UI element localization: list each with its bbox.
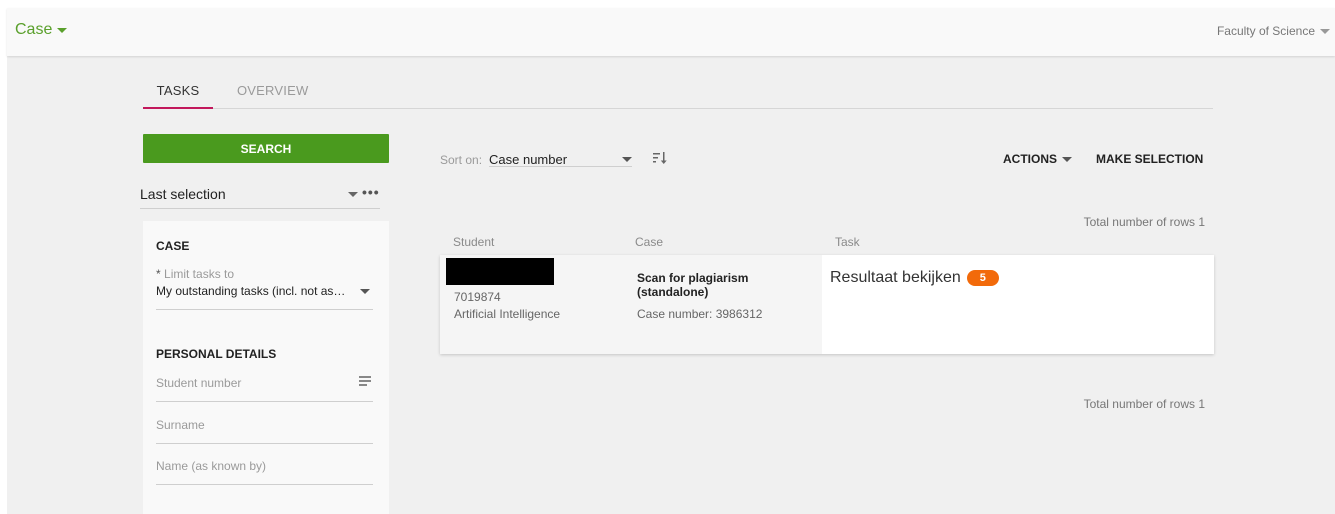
app-title-label: Case (15, 21, 53, 38)
column-header-case: Case (635, 235, 664, 249)
column-header-student: Student (453, 235, 495, 249)
actions-label: ACTIONS (1003, 152, 1057, 166)
task-label: Resultaat bekijken (830, 269, 961, 286)
faculty-label: Faculty of Science (1216, 24, 1315, 38)
caret-down-icon (1320, 28, 1330, 34)
case-section-title: CASE (156, 239, 190, 253)
task-name[interactable]: Resultaat bekijken 5 (830, 269, 999, 287)
sort-direction-icon[interactable] (652, 150, 668, 166)
caret-down-icon (622, 157, 632, 162)
task-cell[interactable]: Resultaat bekijken 5 (822, 255, 1214, 354)
name-known-by-field[interactable] (156, 459, 373, 485)
student-programme: Artificial Intelligence (454, 307, 561, 321)
required-mark: * (156, 267, 161, 281)
limit-tasks-select[interactable]: My outstanding tasks (incl. not assigned… (156, 284, 373, 310)
search-button[interactable]: SEARCH (143, 134, 389, 163)
surname-input[interactable] (156, 418, 346, 432)
caret-down-icon (360, 289, 370, 294)
tab-tasks[interactable]: TASKS (143, 83, 213, 109)
total-rows-bottom: Total number of rows 1 (1083, 397, 1205, 411)
caret-down-icon (57, 27, 68, 33)
redacted-student-name (446, 258, 554, 285)
top-bar: Case Faculty of Science (7, 8, 1335, 56)
student-number-input[interactable] (156, 376, 346, 390)
name-known-by-input[interactable] (156, 459, 346, 473)
more-options-icon[interactable]: ••• (362, 184, 380, 200)
limit-tasks-label: * Limit tasks to (156, 267, 234, 281)
caret-down-icon (348, 192, 358, 197)
app-frame: Case Faculty of Science TASKS OVERVIEW S… (7, 8, 1335, 514)
faculty-selector[interactable]: Faculty of Science (1217, 24, 1330, 38)
caret-down-icon (1062, 156, 1072, 162)
student-number: 7019874 (454, 290, 501, 304)
make-selection-button[interactable]: MAKE SELECTION (1096, 152, 1203, 166)
filter-panel: CASE * Limit tasks to My outstanding tas… (143, 221, 389, 514)
surname-field[interactable] (156, 418, 373, 444)
task-count-badge: 5 (966, 270, 999, 286)
student-number-field[interactable] (156, 376, 373, 402)
case-title: Scan for plagiarism (standalone) (637, 271, 749, 299)
actions-menu[interactable]: ACTIONS (1003, 152, 1072, 166)
total-rows-top: Total number of rows 1 (1083, 215, 1205, 229)
list-icon[interactable] (359, 376, 371, 388)
tab-overview[interactable]: OVERVIEW (237, 83, 308, 109)
tabs-bar: TASKS OVERVIEW (143, 81, 1213, 109)
saved-selection-value: Last selection (140, 186, 226, 202)
sort-dropdown[interactable]: Case number (489, 145, 632, 167)
case-number: Case number: 3986312 (637, 307, 763, 321)
limit-tasks-label-text: Limit tasks to (164, 267, 235, 281)
sort-label: Sort on: (440, 153, 483, 167)
personal-details-title: PERSONAL DETAILS (156, 347, 277, 361)
table-row[interactable]: 7019874 Artificial Intelligence Scan for… (440, 255, 1214, 354)
column-header-task: Task (835, 235, 860, 249)
app-title-menu[interactable]: Case (15, 21, 68, 39)
sort-value: Case number (489, 152, 568, 167)
limit-tasks-value: My outstanding tasks (incl. not assigned… (156, 284, 346, 298)
saved-selection-dropdown[interactable]: Last selection (140, 186, 380, 209)
